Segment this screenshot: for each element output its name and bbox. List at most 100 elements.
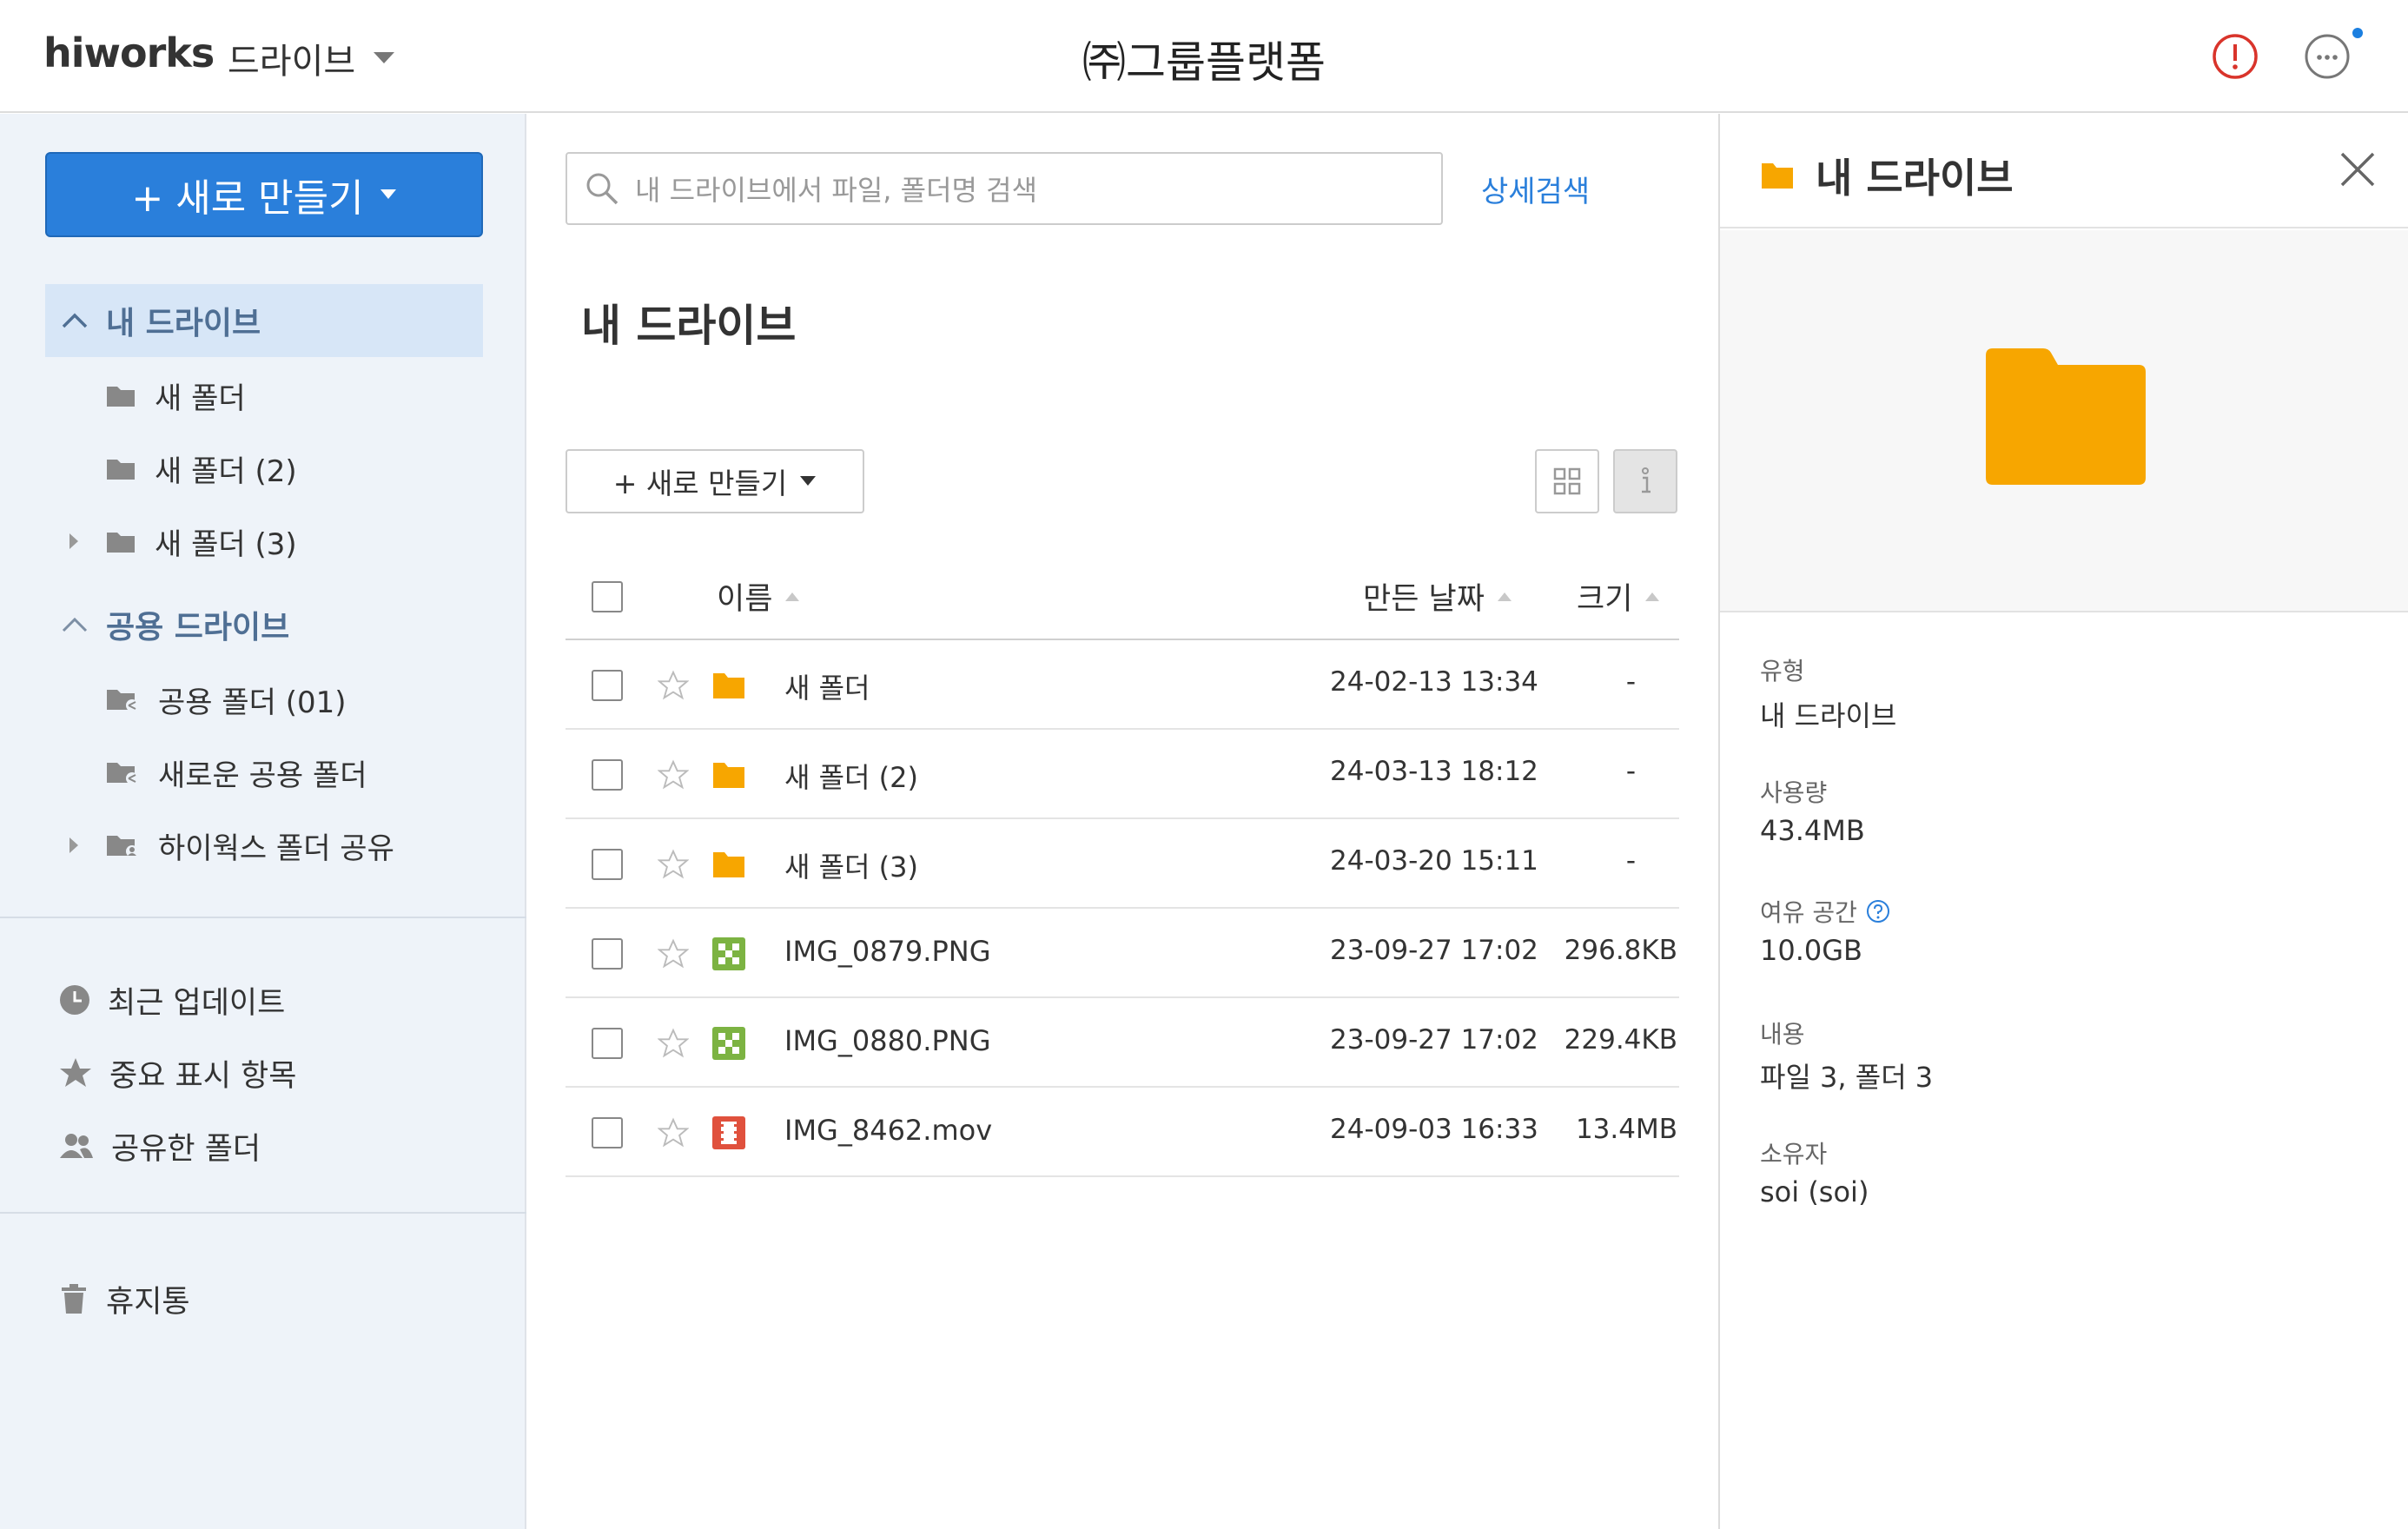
row-checkbox[interactable] [592,759,623,791]
file-size: - [1625,756,1636,787]
file-name[interactable]: 새 폴더 (3) [784,845,918,885]
sidebar-shared-folder-item[interactable]: 하이웍스 폴더 공유 [61,819,394,871]
row-checkbox[interactable] [592,1117,623,1148]
sidebar-item-starred[interactable]: 중요 표시 항목 [59,1047,296,1099]
caret-down-icon [380,189,397,201]
details-preview [1720,230,2408,612]
type-value: 내 드라이브 [1760,699,1897,732]
sidebar-item-trash[interactable]: 휴지통 [59,1273,190,1325]
advanced-search-link[interactable]: 상세검색 [1481,168,1590,210]
column-header-name[interactable]: 이름 [717,574,800,619]
close-icon[interactable] [2339,150,2377,189]
grid-view-button[interactable] [1535,449,1599,513]
sidebar-item-label: 중요 표시 항목 [109,1058,297,1094]
sidebar-shared-folder-item[interactable]: 새로운 공용 폴더 [61,746,367,798]
table-row[interactable]: 새 폴더 (3) 24-03-20 15:11 - [566,819,1679,909]
table-row[interactable]: IMG_0879.PNG 23-09-27 17:02 296.8KB [566,909,1679,998]
app-switcher[interactable]: 드라이브 [228,33,395,83]
sidebar: + 새로 만들기 내 드라이브 새 폴더 새 폴더 (2) 새 폴더 (3) 공… [0,114,526,1529]
star-icon[interactable] [658,1028,689,1059]
folder-icon [711,668,746,703]
file-size: 13.4MB [1575,1114,1677,1145]
sidebar-folder-item[interactable]: 새 폴더 [61,369,246,421]
sidebar-item-label: 공용 드라이브 [106,610,290,645]
folder-icon [106,456,136,480]
sidebar-item-recent[interactable]: 최근 업데이트 [59,974,285,1026]
new-create-button-small[interactable]: + 새로 만들기 [566,449,864,513]
column-header-size[interactable]: 크기 [1577,574,1660,619]
new-button-label: + 새로 만들기 [612,467,788,500]
sidebar-folder-item[interactable]: 새 폴더 (3) [61,515,297,567]
alert-icon[interactable] [2212,33,2259,80]
sort-up-icon [1644,592,1660,602]
search-placeholder: 내 드라이브에서 파일, 폴더명 검색 [635,174,1038,207]
free-space-label: 여유 공간 [1760,894,1890,929]
sidebar-folder-item[interactable]: 새 폴더 (2) [61,442,297,494]
search-input[interactable]: 내 드라이브에서 파일, 폴더명 검색 [566,152,1443,225]
file-size: 296.8KB [1564,935,1677,966]
row-checkbox[interactable] [592,938,623,970]
chevron-up-icon[interactable] [61,312,89,329]
info-panel-button[interactable] [1613,449,1677,513]
column-header-created[interactable]: 만든 날짜 [1363,574,1512,619]
shared-folder-icon [106,686,139,712]
file-name[interactable]: IMG_0880.PNG [784,1024,990,1057]
folder-icon [711,847,746,882]
sidebar-item-label: 하이웍스 폴더 공유 [158,831,394,866]
sidebar-item-shared-drive[interactable]: 공용 드라이브 [45,588,483,661]
caret-right-icon[interactable] [61,837,87,854]
table-row[interactable]: IMG_0880.PNG 23-09-27 17:02 229.4KB [566,998,1679,1088]
details-title: 내 드라이브 [1760,147,2014,204]
sidebar-item-label: 휴지통 [106,1284,190,1320]
sidebar-item-shared-folders[interactable]: 공유한 폴더 [59,1120,261,1172]
sidebar-item-my-drive[interactable]: 내 드라이브 [45,284,483,357]
image-file-icon [711,937,746,971]
contents-value: 파일 3, 폴더 3 [1760,1061,1934,1094]
contents-label: 내용 [1760,1020,1805,1049]
row-checkbox[interactable] [592,670,623,701]
file-size: - [1625,666,1636,698]
star-icon[interactable] [658,938,689,970]
table-row[interactable]: IMG_8462.mov 24-09-03 16:33 13.4MB [566,1088,1679,1177]
table-row[interactable]: 새 폴더 (2) 24-03-13 18:12 - [566,730,1679,819]
usage-value: 43.4MB [1760,814,1865,847]
file-name[interactable]: IMG_0879.PNG [784,935,990,968]
type-label: 유형 [1760,657,1805,685]
free-space-label-text: 여유 공간 [1760,898,1857,927]
sidebar-shared-folder-item[interactable]: 공용 폴더 (01) [61,673,347,725]
file-name[interactable]: 새 폴더 [784,666,870,706]
sidebar-item-label: 공용 폴더 (01) [158,685,347,720]
sidebar-item-label: 새로운 공용 폴더 [158,758,367,793]
grid-icon [1553,467,1581,495]
select-all-checkbox[interactable] [592,581,623,612]
table-header: 이름 만든 날짜 크기 [566,552,1679,640]
main-content: 내 드라이브에서 파일, 폴더명 검색 상세검색 내 드라이브 + 새로 만들기… [527,114,1717,1529]
sidebar-item-label: 새 폴더 (2) [155,453,297,489]
star-icon[interactable] [658,670,689,701]
row-checkbox[interactable] [592,849,623,880]
table-row[interactable]: 새 폴더 24-02-13 13:34 - [566,640,1679,730]
page-title: 내 드라이브 [581,301,797,351]
file-table: 이름 만든 날짜 크기 새 폴더 24-02-13 13:34 - 새 폴더 (… [566,552,1679,1177]
divider [0,1212,526,1214]
details-header: 내 드라이브 [1720,114,2408,228]
column-label: 만든 날짜 [1363,582,1485,617]
file-name[interactable]: 새 폴더 (2) [784,756,918,796]
row-checkbox[interactable] [592,1028,623,1059]
star-icon[interactable] [658,759,689,791]
notification-dot [2352,28,2363,38]
star-icon[interactable] [658,849,689,880]
file-size: 229.4KB [1564,1024,1677,1056]
caret-right-icon[interactable] [61,533,87,550]
file-name[interactable]: IMG_8462.mov [784,1114,992,1147]
more-icon[interactable] [2304,33,2351,80]
file-size: - [1625,845,1636,877]
chevron-up-icon[interactable] [61,616,89,633]
help-icon[interactable] [1866,899,1890,923]
star-icon[interactable] [658,1117,689,1148]
shared-folder-icon [106,759,139,785]
folder-icon [1760,161,1795,190]
hiworks-logo[interactable]: hiworks [43,30,215,76]
folder-icon [711,758,746,792]
new-create-button[interactable]: + 새로 만들기 [45,152,483,237]
